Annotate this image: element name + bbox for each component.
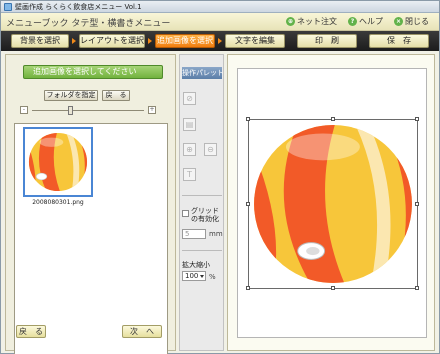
- palette-divider: [182, 250, 222, 251]
- menu-type-title: メニューブック タテ型・横書きメニュー: [6, 19, 171, 29]
- resize-handle[interactable]: [331, 286, 335, 290]
- chevron-down-icon: [200, 275, 204, 278]
- step-background-button[interactable]: 背景を選択: [11, 34, 69, 48]
- step-bar: 背景を選択 レイアウトを選択 追加画像を選択 文字を編集 印 刷 保 存: [1, 31, 439, 51]
- net-order-icon: ⊕: [286, 17, 295, 26]
- palette-divider: [182, 195, 222, 196]
- close-button[interactable]: × 閉じる: [394, 16, 429, 27]
- help-icon: ?: [348, 17, 357, 26]
- zoom-in-icon[interactable]: +: [148, 106, 156, 114]
- back-button[interactable]: 戻 る: [16, 325, 46, 338]
- help-label: ヘルプ: [359, 17, 383, 26]
- back-small-button[interactable]: 戻 る: [102, 90, 130, 101]
- resize-handle[interactable]: [415, 117, 419, 121]
- zoom-scale-value: 100: [185, 272, 199, 280]
- zoom-out-icon[interactable]: -: [20, 106, 28, 114]
- zoom-unit-label: %: [209, 273, 216, 281]
- slider-thumb[interactable]: [68, 106, 73, 115]
- save-button[interactable]: 保 存: [369, 34, 429, 48]
- list-item[interactable]: 2008080301.png: [19, 125, 96, 209]
- step-arrow-icon: [148, 38, 152, 44]
- zoom-in-tool-icon[interactable]: ⊕: [183, 143, 196, 156]
- grid-unit-label: mm: [209, 230, 223, 238]
- select-image-prompt: 追加画像を選択してください: [23, 65, 163, 79]
- slider-track: [32, 110, 144, 111]
- app-icon: [4, 3, 12, 11]
- resize-handle[interactable]: [415, 286, 419, 290]
- app-window: 壁画作成 らくらく飲食店メニュー Vol.1 メニューブック タテ型・横書きメニ…: [0, 0, 440, 354]
- palette-title: 操作パレット: [182, 67, 224, 79]
- zoom-scale-select[interactable]: 100: [182, 271, 206, 281]
- step-add-image-button[interactable]: 追加画像を選択: [155, 34, 215, 48]
- header-bar: メニューブック タテ型・横書きメニュー ⊕ ネット注文 ? ヘルプ × 閉じる: [1, 13, 439, 31]
- print-button[interactable]: 印 刷: [297, 34, 357, 48]
- help-button[interactable]: ? ヘルプ: [348, 16, 383, 27]
- step-arrow-icon: [218, 38, 222, 44]
- grid-size-input[interactable]: 5: [182, 229, 206, 239]
- resize-handle[interactable]: [415, 202, 419, 206]
- zoom-scale-label: 拡大縮小: [182, 261, 210, 269]
- beach-ball-image[interactable]: [249, 120, 417, 288]
- next-button[interactable]: 次 へ: [122, 325, 162, 338]
- window-title: 壁画作成 らくらく飲食店メニュー Vol.1: [15, 3, 142, 11]
- operation-palette: 操作パレット ⊘ ▤ ⊕ ⊖ T グリッド の有効化 5 mm 拡大縮小 100…: [179, 54, 224, 351]
- menu-page-preview[interactable]: [237, 68, 427, 338]
- file-name-label: 2008080301.png: [32, 199, 84, 206]
- image-selection-box[interactable]: [246, 117, 419, 290]
- title-bar: 壁画作成 らくらく飲食店メニュー Vol.1: [1, 1, 439, 13]
- thumbnail-zoom-slider[interactable]: - +: [20, 106, 156, 116]
- folder-button[interactable]: フォルダを指定: [44, 90, 98, 101]
- resize-handle[interactable]: [246, 286, 250, 290]
- resize-handle[interactable]: [246, 117, 250, 121]
- close-label: 閉じる: [405, 17, 429, 26]
- grid-enable-checkbox[interactable]: [182, 210, 189, 217]
- image-thumbnail[interactable]: [23, 127, 93, 197]
- step-layout-button[interactable]: レイアウトを選択: [79, 34, 145, 48]
- step-edit-text-button[interactable]: 文字を編集: [225, 34, 285, 48]
- grid-enable-label: グリッド の有効化: [191, 207, 219, 223]
- close-icon: ×: [394, 17, 403, 26]
- net-order-button[interactable]: ⊕ ネット注文: [286, 16, 337, 27]
- image-select-panel: 追加画像を選択してください フォルダを指定 戻 る - + 2008080301…: [5, 54, 176, 354]
- image-file-list[interactable]: 2008080301.png: [14, 123, 168, 354]
- step-arrow-icon: [72, 38, 76, 44]
- slash-tool-icon[interactable]: ⊘: [183, 92, 196, 105]
- layer-tool-icon[interactable]: ▤: [183, 118, 196, 131]
- zoom-out-tool-icon[interactable]: ⊖: [204, 143, 217, 156]
- resize-handle[interactable]: [246, 202, 250, 206]
- resize-handle[interactable]: [331, 117, 335, 121]
- canvas-area: [227, 54, 435, 351]
- net-order-label: ネット注文: [297, 17, 337, 26]
- text-tool-icon[interactable]: T: [183, 168, 196, 181]
- beach-ball-thumbnail-image: [28, 132, 88, 192]
